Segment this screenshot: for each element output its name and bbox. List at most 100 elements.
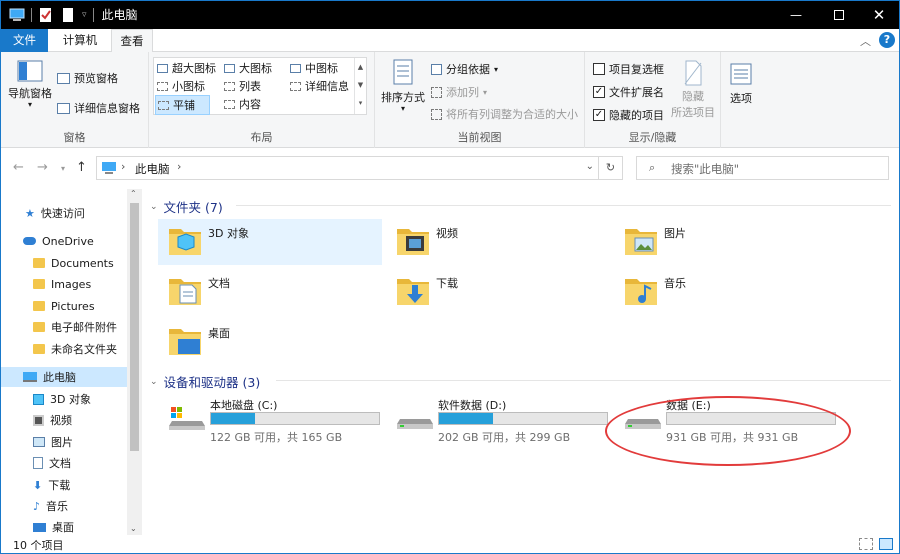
preview-pane-button[interactable]: 预览窗格 xyxy=(57,70,118,86)
sort-by-button[interactable]: 排序方式 ▾ xyxy=(381,58,425,113)
address-dropdown-icon[interactable]: ⌄ xyxy=(586,161,594,172)
nav-item-this-pc[interactable]: 此电脑 xyxy=(1,367,127,387)
explorer-window: ▿ 此电脑 — ✕ 文件 计算机 查看 ︿ ? 导航窗格 ▾ 预览窗格 详细信息… xyxy=(0,0,900,554)
folder-item-documents[interactable]: 文档 xyxy=(158,269,382,315)
nav-item-3d-objects[interactable]: 3D 对象 xyxy=(1,389,127,409)
window-title: 此电脑 xyxy=(101,8,138,22)
drive-usage-fill xyxy=(439,413,493,424)
star-icon: ★ xyxy=(25,206,35,220)
breadcrumb-separator[interactable]: › xyxy=(121,160,125,173)
tab-file[interactable]: 文件 xyxy=(1,29,48,52)
computer-icon[interactable] xyxy=(9,7,25,23)
drive-icon xyxy=(397,419,433,429)
nav-item-pictures-lib[interactable]: 图片 xyxy=(1,432,127,452)
hidden-items-toggle[interactable]: ✓ 隐藏的项目 xyxy=(593,107,664,123)
nav-item-images[interactable]: Images xyxy=(1,274,127,294)
tab-view[interactable]: 查看 xyxy=(111,29,153,53)
scrollbar-thumb[interactable] xyxy=(130,203,139,451)
layout-scroll[interactable]: ▲ ▼ ▾ xyxy=(354,58,366,114)
nav-item-music[interactable]: ♪ 音乐 xyxy=(1,496,127,516)
add-columns-button[interactable]: 添加列 ▾ xyxy=(431,84,487,100)
folder-item-desktop[interactable]: 桌面 xyxy=(158,319,382,365)
help-icon[interactable]: ? xyxy=(879,32,895,48)
layout-large-icons[interactable]: 大图标 xyxy=(224,60,272,76)
scroll-down-icon[interactable]: ⌄ xyxy=(130,524,137,533)
layout-extra-large-icons[interactable]: 超大图标 xyxy=(157,60,216,76)
hide-selected-icon xyxy=(684,60,702,86)
folders-section-header[interactable]: ⌄ 文件夹 (7) xyxy=(150,197,223,216)
options-icon xyxy=(730,63,752,85)
nav-item-unnamed-folder[interactable]: 未命名文件夹 xyxy=(1,339,127,359)
nav-item-pictures[interactable]: Pictures xyxy=(1,296,127,316)
maximize-button[interactable] xyxy=(816,1,862,29)
nav-item-onedrive[interactable]: OneDrive xyxy=(1,231,127,251)
breadcrumb-separator[interactable]: › xyxy=(177,160,181,173)
group-by-button[interactable]: 分组依据 ▾ xyxy=(431,61,498,77)
drives-section-header[interactable]: ⌄ 设备和驱动器 (3) xyxy=(150,372,260,391)
current-view-group: 排序方式 ▾ 分组依据 ▾ 添加列 ▾ 将所有列调整为合适的大小 当前视图 xyxy=(375,52,585,148)
hide-selected-button[interactable]: 隐藏 所选项目 xyxy=(671,60,715,120)
red-annotation-ellipse xyxy=(605,396,851,466)
show-hide-group-label: 显示/隐藏 xyxy=(628,131,677,144)
folder-item-pictures[interactable]: 图片 xyxy=(614,219,838,265)
details-view-icon[interactable] xyxy=(859,538,873,550)
drive-item-d[interactable]: 软件数据 (D:) 202 GB 可用，共 299 GB xyxy=(386,395,616,445)
hidden-items-checkbox[interactable]: ✓ xyxy=(593,109,605,121)
nav-item-desktop[interactable]: 桌面 xyxy=(1,517,127,537)
minimize-button[interactable]: — xyxy=(773,1,819,29)
nav-item-quick-access[interactable]: ★ 快速访问 xyxy=(1,203,127,223)
file-extensions-toggle[interactable]: ✓ 文件扩展名 xyxy=(593,84,664,100)
new-folder-icon[interactable] xyxy=(60,7,76,23)
qat-dropdown-icon[interactable]: ▿ xyxy=(82,10,87,20)
refresh-icon[interactable]: ↻ xyxy=(598,157,622,179)
extra-large-icons-icon xyxy=(157,63,168,73)
properties-icon[interactable] xyxy=(38,7,54,23)
nav-item-documents-lib[interactable]: 文档 xyxy=(1,453,127,473)
item-checkboxes-toggle[interactable]: 项目复选框 xyxy=(593,61,664,77)
folder-item-3d-objects[interactable]: 3D 对象 xyxy=(158,219,382,265)
nav-item-email-attachments[interactable]: 电子邮件附件 xyxy=(1,317,127,337)
nav-item-videos[interactable]: 视频 xyxy=(1,410,127,430)
close-button[interactable]: ✕ xyxy=(859,1,899,29)
breadcrumb-this-pc[interactable]: 此电脑 xyxy=(135,161,170,177)
nav-item-downloads[interactable]: ⬇ 下载 xyxy=(1,475,127,495)
collapse-chevron-icon[interactable]: ⌄ xyxy=(150,202,158,212)
nav-item-documents[interactable]: Documents xyxy=(1,253,127,273)
picture-icon xyxy=(33,437,45,447)
system-drive-icon xyxy=(169,407,205,430)
back-arrow-icon[interactable]: ← xyxy=(13,160,24,175)
3d-objects-folder-icon xyxy=(169,229,201,255)
navigation-pane-button[interactable]: 导航窗格 ▾ xyxy=(7,60,53,109)
large-icons-view-icon[interactable] xyxy=(879,538,893,550)
search-box[interactable]: ⌕ 搜索"此电脑" xyxy=(636,156,889,180)
layout-tiles[interactable]: 平铺 xyxy=(155,95,210,115)
drive-item-c[interactable]: 本地磁盘 (C:) 122 GB 可用，共 165 GB xyxy=(158,395,388,445)
folder-item-videos[interactable]: 视频 xyxy=(386,219,610,265)
folder-item-music[interactable]: 音乐 xyxy=(614,269,838,315)
layout-medium-icons[interactable]: 中图标 xyxy=(290,60,338,76)
details-pane-button[interactable]: 详细信息窗格 xyxy=(57,100,140,116)
forward-arrow-icon[interactable]: → xyxy=(37,160,48,175)
options-button[interactable]: 选项 xyxy=(729,62,753,106)
maximize-icon xyxy=(834,10,844,20)
layout-small-icons[interactable]: 小图标 xyxy=(157,78,205,94)
collapse-chevron-icon[interactable]: ⌄ xyxy=(150,377,158,387)
quick-access-toolbar: ▿ 此电脑 xyxy=(9,6,138,23)
folder-item-downloads[interactable]: 下载 xyxy=(386,269,610,315)
scroll-up-icon[interactable]: ⌃ xyxy=(130,189,137,198)
recent-locations-icon[interactable]: ▾ xyxy=(61,164,65,173)
separator xyxy=(31,7,32,22)
layout-list[interactable]: 列表 xyxy=(224,78,261,94)
size-columns-button[interactable]: 将所有列调整为合适的大小 xyxy=(431,106,578,122)
nav-pane-scrollbar[interactable]: ⌃ ⌄ xyxy=(127,189,142,535)
folder-icon xyxy=(33,344,45,354)
up-arrow-icon[interactable]: ↑ xyxy=(76,160,87,175)
video-icon xyxy=(33,414,44,426)
address-bar[interactable]: › 此电脑 › ⌄ ↻ xyxy=(96,156,623,180)
collapse-ribbon-icon[interactable]: ︿ xyxy=(860,33,871,49)
item-checkboxes-checkbox[interactable] xyxy=(593,63,605,75)
layout-content[interactable]: 内容 xyxy=(224,96,261,112)
tab-computer[interactable]: 计算机 xyxy=(53,29,107,52)
layout-details[interactable]: 详细信息 xyxy=(290,78,349,94)
file-extensions-checkbox[interactable]: ✓ xyxy=(593,86,605,98)
